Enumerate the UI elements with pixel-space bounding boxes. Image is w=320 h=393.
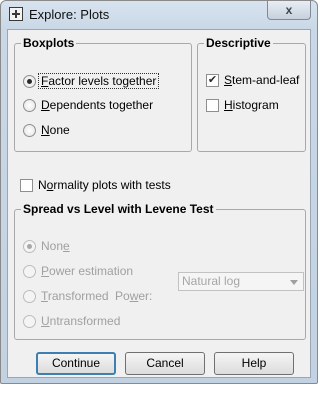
radio-indicator bbox=[23, 314, 36, 328]
radio-indicator bbox=[23, 239, 36, 253]
radio-transformed[interactable]: Transformed bbox=[23, 289, 109, 303]
window-title: Explore: Plots bbox=[29, 7, 110, 22]
radio-untransformed[interactable]: Untransformed bbox=[23, 314, 120, 328]
descriptive-group: Descriptive ✔ Stem-and-leaf Histogram bbox=[197, 36, 306, 152]
close-icon: x bbox=[285, 3, 293, 17]
radio-power-estimation[interactable]: Power estimation bbox=[23, 264, 133, 278]
radio-indicator bbox=[23, 264, 36, 278]
radio-label: Untransformed bbox=[41, 314, 121, 328]
radio-label: None bbox=[41, 239, 70, 253]
app-icon bbox=[9, 7, 23, 21]
radio-label: Power estimation bbox=[41, 264, 134, 278]
title-bar: Explore: Plots x bbox=[1, 1, 317, 29]
power-select[interactable]: Natural log bbox=[178, 272, 304, 291]
boxplots-group: Boxplots Factor levels together Dependen… bbox=[14, 36, 192, 152]
checkbox-label: Stem-and-leaf bbox=[224, 73, 300, 87]
radio-indicator bbox=[23, 123, 36, 137]
checkbox-box bbox=[206, 98, 219, 112]
radio-label: Transformed bbox=[41, 289, 109, 303]
dialog-window: Explore: Plots x Boxplots Factor levels … bbox=[0, 0, 318, 384]
chevron-down-icon bbox=[290, 280, 298, 285]
checkbox-label: Histogram bbox=[224, 98, 279, 112]
checkbox-stem-leaf[interactable]: ✔ Stem-and-leaf bbox=[206, 73, 299, 87]
radio-label: Dependents together bbox=[41, 98, 154, 112]
radio-dependents[interactable]: Dependents together bbox=[23, 98, 153, 112]
radio-label: Factor levels together bbox=[38, 73, 160, 89]
radio-label: None bbox=[41, 123, 70, 137]
radio-factor-levels[interactable]: Factor levels together bbox=[23, 73, 160, 89]
checkbox-label: Normality plots with tests bbox=[38, 178, 171, 192]
spread-level-group: Spread vs Level with Levene Test None Po… bbox=[14, 202, 306, 340]
power-label: Po w er: bbox=[115, 289, 153, 303]
checkbox-histogram[interactable]: Histogram bbox=[206, 98, 279, 112]
close-button[interactable]: x bbox=[267, 1, 311, 20]
checkbox-box bbox=[20, 178, 33, 192]
boxplots-legend: Boxplots bbox=[23, 36, 75, 50]
power-select-value: Natural log bbox=[182, 274, 241, 288]
continue-button[interactable]: Continue bbox=[36, 352, 116, 375]
radio-spread-none[interactable]: None bbox=[23, 239, 70, 253]
dialog-body: Boxplots Factor levels together Dependen… bbox=[7, 29, 311, 378]
descriptive-legend: Descriptive bbox=[206, 36, 271, 50]
cancel-button[interactable]: Cancel bbox=[125, 352, 205, 375]
radio-indicator bbox=[23, 289, 36, 303]
radio-none[interactable]: None bbox=[23, 123, 70, 137]
check-icon: ✔ bbox=[206, 73, 219, 87]
spread-level-legend: Spread vs Level with Levene Test bbox=[23, 202, 214, 216]
help-button[interactable]: Help bbox=[214, 352, 294, 375]
radio-indicator bbox=[23, 98, 36, 112]
checkbox-normality[interactable]: Normality plots with tests bbox=[20, 178, 171, 192]
radio-indicator bbox=[23, 74, 36, 88]
